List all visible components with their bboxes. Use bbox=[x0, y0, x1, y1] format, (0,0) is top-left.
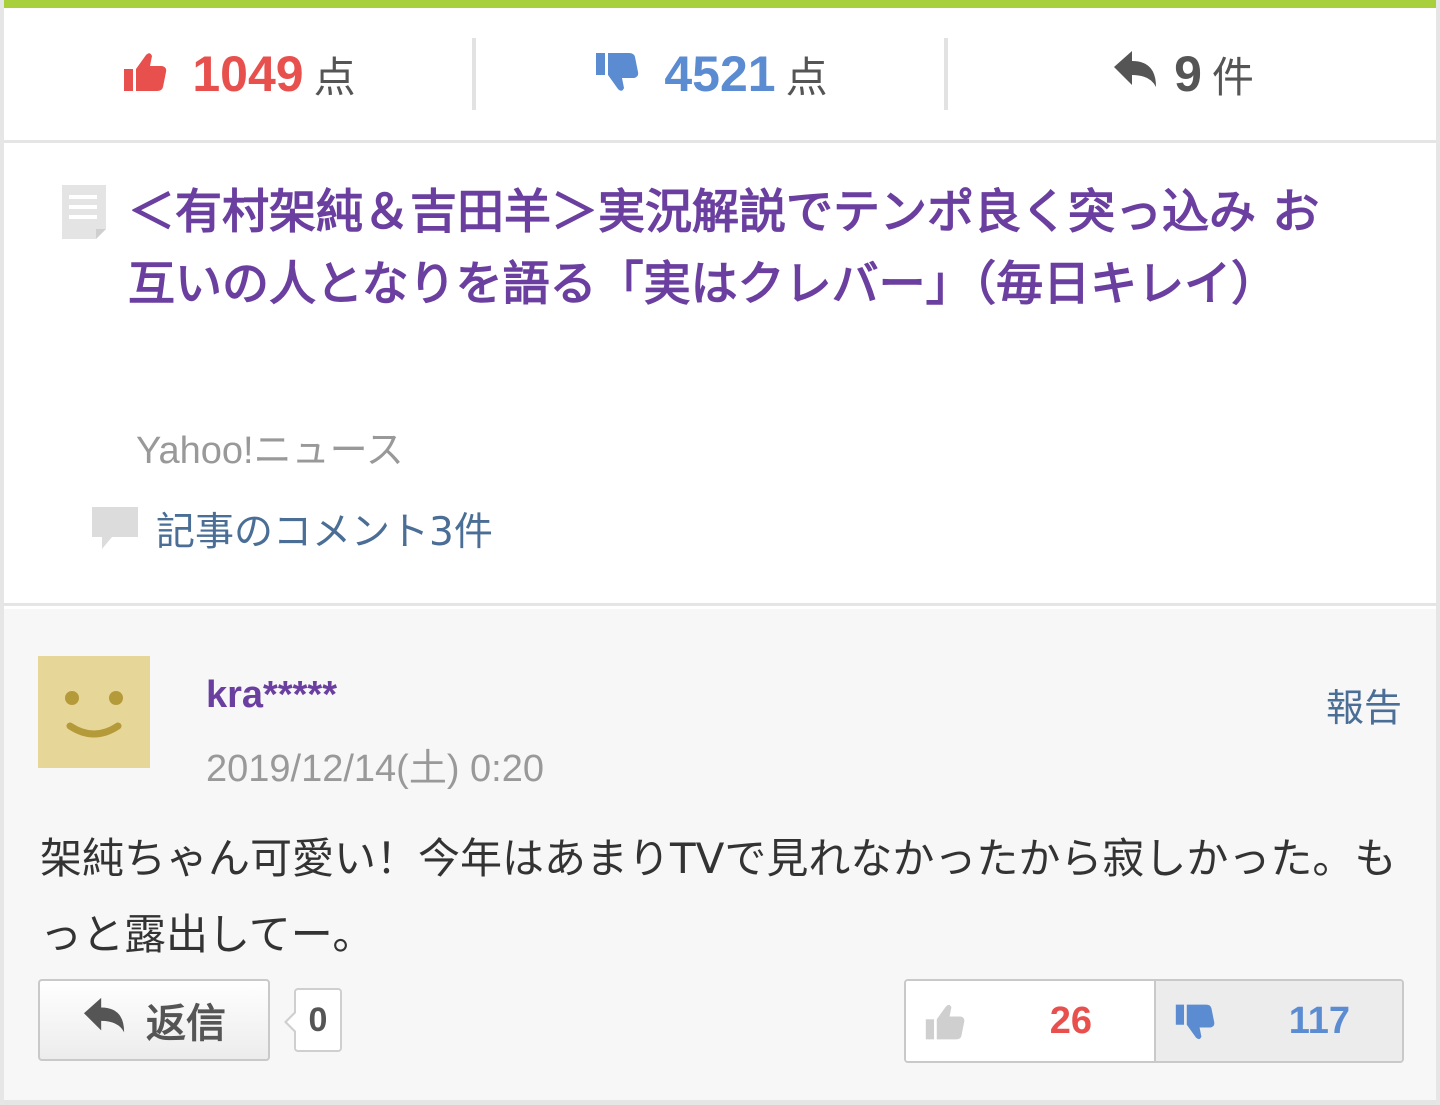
frame-right-border bbox=[1436, 0, 1440, 1105]
down-vote-count: 4521 bbox=[664, 46, 776, 102]
reply-total-count: 9 bbox=[1174, 46, 1202, 102]
article-comments-label: 記事のコメント3件 bbox=[156, 510, 493, 555]
top-accent-bar bbox=[0, 0, 1440, 8]
bad-vote-button[interactable]: 117 bbox=[1154, 981, 1402, 1061]
document-icon bbox=[60, 183, 108, 241]
comment-body: 架純ちゃん可愛い！今年はあまりTVで見れなかったから寂しかった。もっと露出してー… bbox=[40, 834, 1397, 959]
reply-total: 9 件 bbox=[948, 8, 1418, 140]
good-vote-count: 26 bbox=[1049, 999, 1092, 1042]
down-vote-unit: 点 bbox=[785, 52, 828, 102]
reply-arrow-icon bbox=[1112, 49, 1160, 99]
reply-count-badge: 0 bbox=[284, 988, 342, 1052]
thumbs-up-icon bbox=[122, 51, 168, 97]
thumbs-down-icon bbox=[594, 51, 640, 97]
reply-arrow-icon bbox=[82, 996, 128, 1044]
speech-bubble-icon bbox=[90, 505, 140, 553]
avatar[interactable] bbox=[38, 656, 150, 768]
report-link[interactable]: 報告 bbox=[1326, 677, 1402, 732]
article-title-link[interactable]: ＜有村架純＆吉田羊＞実況解説でテンポ良く突っ込み お互いの人となりを語る「実はク… bbox=[128, 177, 1358, 321]
reply-button[interactable]: 返信 bbox=[38, 979, 270, 1061]
up-vote-total: 1049 点 bbox=[4, 8, 474, 140]
reply-total-unit: 件 bbox=[1211, 52, 1254, 102]
thumbs-down-icon bbox=[1174, 1001, 1216, 1043]
comment-timestamp: 2019/12/14(土) 0:20 bbox=[206, 748, 545, 790]
article-section: ＜有村架純＆吉田羊＞実況解説でテンポ良く突っ込み お互いの人となりを語る「実はク… bbox=[4, 143, 1436, 606]
reply-button-label: 返信 bbox=[146, 1001, 226, 1047]
thumbs-up-icon bbox=[924, 1001, 966, 1043]
article-comments-link[interactable]: 記事のコメント3件 bbox=[90, 501, 493, 557]
comment-username[interactable]: kra***** bbox=[206, 674, 337, 717]
down-vote-total: 4521 点 bbox=[476, 8, 946, 140]
article-source: Yahoo!ニュース bbox=[136, 430, 404, 472]
stats-row: 1049 点 4521 点 9 件 bbox=[4, 8, 1436, 143]
bad-vote-count: 117 bbox=[1288, 999, 1350, 1042]
comment-vote-box: 26 117 bbox=[904, 979, 1404, 1063]
good-vote-button[interactable]: 26 bbox=[906, 981, 1154, 1061]
up-vote-count: 1049 bbox=[192, 46, 304, 102]
up-vote-unit: 点 bbox=[313, 52, 356, 102]
comment-card: kra***** 2019/12/14(土) 0:20 報告 架純ちゃん可愛い！… bbox=[4, 609, 1436, 1105]
bottom-border bbox=[4, 1100, 1436, 1105]
